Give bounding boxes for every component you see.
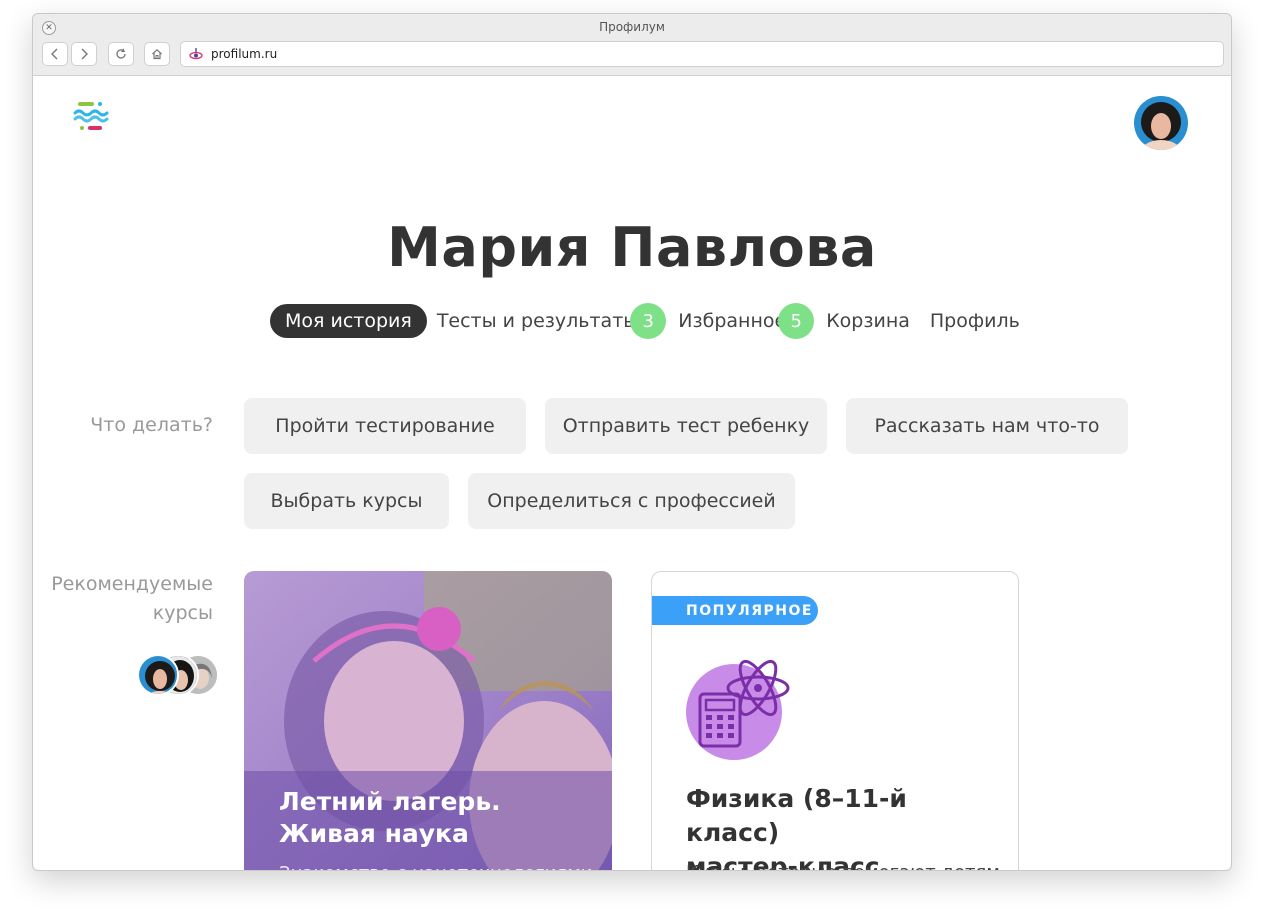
course-title: Летний лагерь. Живая наука	[279, 786, 579, 850]
course-title-line: Живая наука	[279, 819, 469, 848]
avatar[interactable]	[137, 654, 179, 696]
recommender-avatars	[137, 654, 221, 698]
browser-toolbar: ✕ Профилум profilum.ru	[33, 14, 1231, 76]
user-avatar[interactable]	[1134, 96, 1188, 150]
actions-label: Что делать?	[90, 414, 213, 436]
back-button[interactable]	[42, 42, 68, 66]
course-description: Курсы, которые помогают детям	[686, 862, 1000, 870]
label-line: Рекомендуемые	[51, 573, 213, 595]
tab-favorites[interactable]: Избранное 5	[678, 303, 815, 339]
course-card-physics[interactable]: ПОПУЛЯРНОЕ Физика (8–11-й класс) мастер-…	[651, 571, 1019, 870]
home-button[interactable]	[144, 42, 170, 66]
course-title-line: Физика (8–11-й класс)	[686, 784, 907, 847]
tab-label: Избранное	[678, 310, 787, 332]
window-title: Профилум	[599, 20, 665, 34]
recommended-courses-label: Рекомендуемые курсы	[33, 570, 213, 628]
reload-icon	[116, 48, 126, 59]
tab-tests-results[interactable]: Тесты и результаты 3	[436, 303, 667, 339]
chevron-right-icon	[81, 48, 88, 60]
url-text: profilum.ru	[211, 47, 278, 61]
popular-badge: ПОПУЛЯРНОЕ	[652, 596, 818, 625]
tests-count-badge: 3	[630, 303, 667, 339]
choose-profession-button[interactable]: Определиться с профессией	[468, 473, 795, 529]
home-icon	[152, 48, 162, 60]
tab-my-history[interactable]: Моя история	[270, 304, 427, 338]
forward-button[interactable]	[71, 42, 97, 66]
chevron-left-icon	[51, 48, 58, 60]
page-content: Мария Павлова Моя история Тесты и резуль…	[33, 76, 1231, 870]
tab-label: Тесты и результаты	[436, 310, 639, 332]
reload-button[interactable]	[108, 42, 134, 66]
take-test-button[interactable]: Пройти тестирование	[244, 398, 526, 454]
tab-cart[interactable]: Корзина	[826, 310, 910, 332]
tab-profile[interactable]: Профиль	[930, 310, 1020, 332]
profile-tabs: Моя история Тесты и результаты 3 Избранн…	[270, 303, 1040, 339]
profilum-logo-icon[interactable]	[73, 99, 109, 133]
course-title: Физика (8–11-й класс) мастер-класс	[686, 782, 1006, 870]
page-title: Мария Павлова	[387, 216, 877, 279]
address-bar[interactable]: profilum.ru	[180, 41, 1224, 67]
site-favicon-icon	[189, 48, 203, 60]
tell-us-something-button[interactable]: Рассказать нам что-то	[846, 398, 1128, 454]
favorites-count-badge: 5	[778, 303, 815, 339]
send-test-to-child-button[interactable]: Отправить тест ребенку	[545, 398, 827, 454]
user-photo-icon	[1134, 96, 1188, 150]
choose-courses-button[interactable]: Выбрать курсы	[244, 473, 449, 529]
browser-window: ✕ Профилум profilum.ru Мария Павлова Моя…	[32, 13, 1232, 871]
atom-calculator-icon	[686, 659, 790, 760]
course-title-line: Летний лагерь.	[279, 787, 501, 816]
course-card-summer-camp[interactable]: Летний лагерь. Живая наука Знакомство с …	[244, 571, 612, 870]
course-subtitle: Знакомство с нанотехнологиями,	[279, 863, 609, 870]
label-line: курсы	[152, 602, 213, 624]
